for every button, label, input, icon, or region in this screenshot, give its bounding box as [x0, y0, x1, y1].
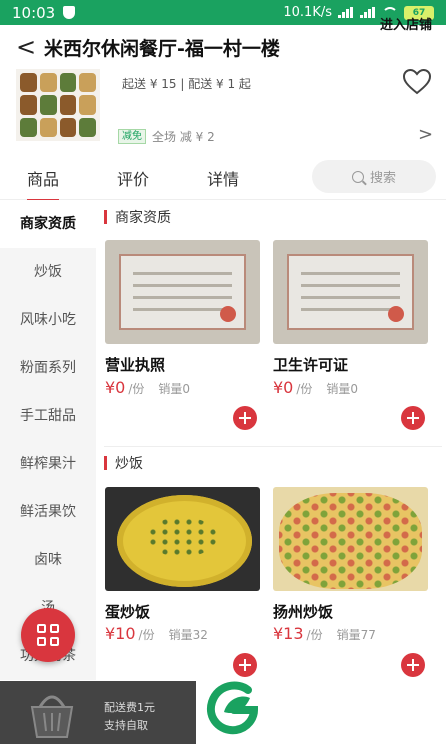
chevron-right-icon[interactable]: >	[418, 124, 433, 145]
section-title-text: 商家资质	[115, 210, 171, 226]
cart-area[interactable]: 配送费1元 支持自取	[0, 681, 196, 744]
product-price: ¥13	[273, 624, 304, 643]
product-unit: /份	[306, 628, 323, 642]
product-unit: /份	[138, 628, 155, 642]
shop-thumbnail	[16, 69, 100, 141]
sidebar-item-fried-rice[interactable]: 炒饭	[0, 248, 96, 296]
product-price: ¥0	[105, 378, 126, 397]
network-speed: 10.1K/s	[283, 5, 332, 20]
product-sales: 销量0	[326, 382, 359, 396]
product-unit: /份	[128, 382, 145, 396]
price-line: ¥13 /份 销量77	[273, 624, 376, 643]
product-image[interactable]	[105, 487, 260, 591]
tab-details[interactable]: 详情	[207, 166, 239, 190]
delivery-info: 起送 ¥ 15 | 配送 ¥ 1 起	[122, 77, 251, 91]
sidebar-item-desserts[interactable]: 手工甜品	[0, 392, 96, 440]
price-line: ¥10 /份 销量32	[105, 624, 208, 643]
sidebar-item-braised[interactable]: 卤味	[0, 536, 96, 584]
section-title-text: 炒饭	[115, 456, 143, 472]
signal-icon	[338, 7, 354, 18]
product-price: ¥0	[273, 378, 294, 397]
product-unit: /份	[296, 382, 313, 396]
sidebar-item-juice[interactable]: 鲜榨果汁	[0, 440, 96, 488]
shop-title: 米西尔休闲餐厅-福一村一楼	[44, 37, 280, 60]
section-title: 炒饭	[104, 453, 143, 473]
promo-tag: 减免	[118, 129, 146, 144]
promo-text: 全场 减 ¥ 2	[152, 130, 215, 144]
product-name[interactable]: 营业执照	[105, 354, 165, 375]
add-to-cart-button[interactable]	[401, 653, 425, 677]
app-logo	[204, 678, 262, 736]
product-name[interactable]: 扬州炒饭	[273, 601, 333, 622]
search-input[interactable]: 搜索	[312, 160, 436, 193]
shield-icon	[63, 6, 76, 19]
section-title: 商家资质	[104, 207, 171, 227]
sidebar-item-fruit-drinks[interactable]: 鲜活果饮	[0, 488, 96, 536]
price-line: ¥0 /份 销量0	[105, 378, 190, 397]
section-divider	[104, 446, 442, 447]
tab-products[interactable]: 商品	[27, 166, 60, 202]
search-icon	[351, 170, 364, 183]
delivery-fee: 配送费1元	[104, 701, 155, 714]
product-price: ¥10	[105, 624, 136, 643]
category-grid-button[interactable]	[21, 608, 75, 662]
product-image[interactable]	[273, 240, 428, 344]
product-sales: 销量32	[168, 628, 208, 642]
product-image[interactable]	[105, 240, 260, 344]
sidebar-item-qualification[interactable]: 商家资质	[0, 200, 96, 248]
tab-reviews[interactable]: 评价	[117, 166, 149, 190]
grid-icon	[37, 624, 46, 633]
back-button[interactable]: <	[16, 33, 44, 61]
enter-store-button[interactable]: 进入店铺	[380, 14, 432, 33]
add-to-cart-button[interactable]	[233, 406, 257, 430]
product-image[interactable]	[273, 487, 428, 591]
pickup-support: 支持自取	[104, 719, 148, 732]
signal-icon	[360, 7, 376, 18]
search-placeholder: 搜索	[369, 171, 396, 186]
add-to-cart-button[interactable]	[233, 653, 257, 677]
product-name[interactable]: 蛋炒饭	[105, 601, 150, 622]
favorite-heart-icon[interactable]	[403, 69, 431, 95]
add-to-cart-button[interactable]	[401, 406, 425, 430]
product-sales: 销量77	[336, 628, 376, 642]
product-name[interactable]: 卫生许可证	[273, 354, 348, 375]
shopping-basket-icon[interactable]	[22, 685, 82, 743]
sidebar-item-noodles[interactable]: 粉面系列	[0, 344, 96, 392]
price-line: ¥0 /份 销量0	[273, 378, 358, 397]
clock: 10:03	[12, 3, 56, 22]
sidebar-item-snacks[interactable]: 风味小吃	[0, 296, 96, 344]
promo-row[interactable]: 减免 全场 减 ¥ 2	[118, 128, 215, 145]
product-sales: 销量0	[158, 382, 191, 396]
